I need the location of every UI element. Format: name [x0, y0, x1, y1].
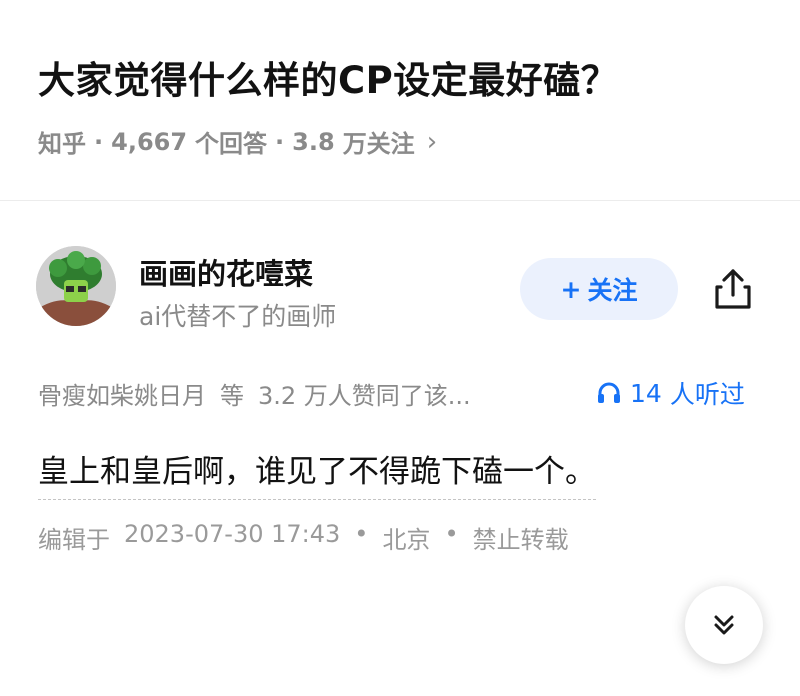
upvoter-names: 骨瘦如柴姚日月 — [38, 382, 206, 410]
share-icon — [715, 269, 751, 309]
meta-separator: · — [94, 127, 104, 156]
edit-time: 2023-07-30 17:43 — [124, 520, 341, 548]
plus-icon: + — [560, 274, 582, 304]
edit-prefix: 编辑于 — [38, 526, 110, 554]
upvote-count: 3.2 万人赞同了该... — [258, 382, 471, 410]
follow-button[interactable]: + 关注 — [520, 258, 678, 320]
double-chevron-down-icon — [714, 615, 734, 635]
listen-count[interactable]: 14 人听过 — [596, 375, 745, 411]
listen-label: 人听过 — [669, 380, 745, 409]
follow-count: 3.8 — [292, 127, 335, 156]
headphones-icon — [598, 382, 620, 403]
answer-count: 4,667 — [111, 127, 188, 156]
question-title[interactable]: 大家觉得什么样的CP设定最好磕？ — [38, 50, 618, 104]
dot-separator: • — [354, 520, 369, 548]
upvote-line[interactable]: 骨瘦如柴姚日月 等 3.2 万人赞同了该... — [38, 376, 471, 411]
upvote-word: 等 — [220, 382, 244, 410]
author-name[interactable]: 画画的花噎菜 — [139, 251, 313, 293]
copyright-notice: 禁止转载 — [472, 526, 569, 554]
question-meta[interactable]: 知乎 · 4,667 个回答 · 3.8 万关注 › — [38, 124, 437, 159]
author-bio: ai代替不了的画师 — [139, 302, 337, 331]
dot-separator: • — [444, 520, 459, 548]
follow-label: 关注 — [587, 276, 638, 305]
follow-unit: 万关注 — [342, 130, 415, 158]
divider — [0, 200, 800, 201]
share-button[interactable] — [708, 262, 758, 316]
edit-location: 北京 — [382, 526, 431, 554]
edit-info: 编辑于 2023-07-30 17:43 • 北京 • 禁止转载 — [38, 520, 569, 555]
listen-number: 14 — [630, 378, 662, 408]
source-label: 知乎 — [38, 130, 86, 158]
meta-separator: · — [275, 127, 285, 156]
expand-button[interactable] — [685, 586, 763, 664]
avatar-icon — [36, 246, 116, 326]
answer-text[interactable]: 皇上和皇后啊，谁见了不得跪下磕一个。 — [38, 446, 596, 500]
answer-unit: 个回答 — [195, 130, 268, 158]
author-avatar[interactable] — [36, 246, 116, 326]
chevron-right-icon: › — [426, 126, 438, 157]
